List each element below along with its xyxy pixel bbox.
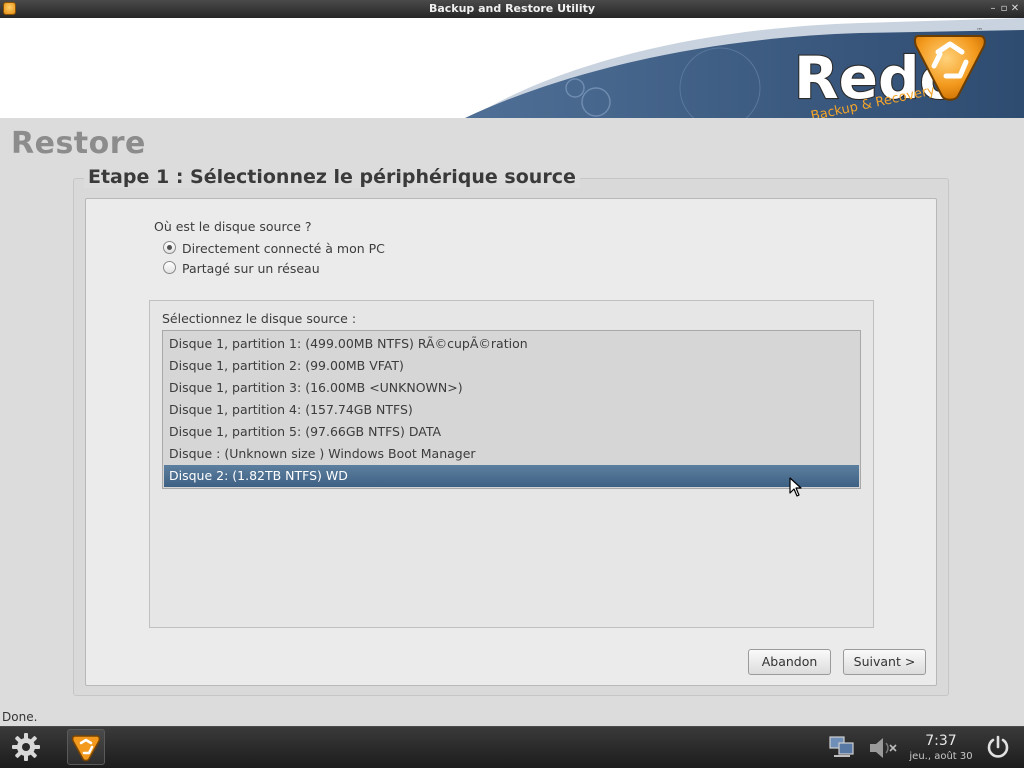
disk-list-item[interactable]: Disque 1, partition 5: (97.66GB NTFS) DA… bbox=[164, 421, 859, 443]
status-text: Done. bbox=[2, 710, 38, 724]
disk-list[interactable]: Disque 1, partition 1: (499.00MB NTFS) R… bbox=[162, 330, 861, 489]
next-button[interactable]: Suivant > bbox=[843, 649, 926, 675]
disk-list-item[interactable]: Disque 1, partition 1: (499.00MB NTFS) R… bbox=[164, 333, 859, 355]
disk-select-label: Sélectionnez le disque source : bbox=[162, 311, 357, 326]
source-question-label: Où est le disque source ? bbox=[154, 219, 312, 234]
disk-list-item-selected[interactable]: Disque 2: (1.82TB NTFS) WD bbox=[164, 465, 859, 487]
disk-list-item[interactable]: Disque 1, partition 4: (157.74GB NTFS) bbox=[164, 399, 859, 421]
clock-date[interactable]: jeu., août 30 bbox=[904, 751, 978, 762]
gear-icon[interactable] bbox=[10, 731, 42, 763]
radio-label[interactable]: Partagé sur un réseau bbox=[182, 261, 320, 276]
radio-label[interactable]: Directement connecté à mon PC bbox=[182, 241, 385, 256]
cancel-button[interactable]: Abandon bbox=[748, 649, 831, 675]
clock-time[interactable]: 7:37 bbox=[910, 733, 972, 749]
radio-button[interactable] bbox=[163, 261, 176, 274]
volume-muted-icon[interactable] bbox=[866, 735, 900, 761]
step-title: Etape 1 : Sélectionnez le périphérique s… bbox=[84, 166, 580, 188]
close-icon[interactable]: ✕ bbox=[1008, 1, 1022, 16]
mouse-cursor-icon bbox=[789, 477, 802, 497]
radio-button-checked[interactable] bbox=[163, 241, 176, 254]
page-title: Restore bbox=[11, 126, 146, 161]
disk-list-item[interactable]: Disque 1, partition 2: (99.00MB VFAT) bbox=[164, 355, 859, 377]
disk-list-item[interactable]: Disque : (Unknown size ) Windows Boot Ma… bbox=[164, 443, 859, 465]
banner-wave-graphic: Redo Backup & Recovery ™ bbox=[465, 18, 1024, 118]
redo-banner: Redo Backup & Recovery ™ bbox=[0, 18, 1024, 118]
window-title: Backup and Restore Utility bbox=[428, 2, 596, 15]
power-icon[interactable] bbox=[985, 734, 1011, 760]
redo-app-icon bbox=[71, 735, 101, 762]
taskbar-app-redo[interactable] bbox=[67, 729, 105, 765]
network-icon[interactable] bbox=[828, 735, 856, 759]
disk-list-item[interactable]: Disque 1, partition 3: (16.00MB <UNKNOWN… bbox=[164, 377, 859, 399]
trademark-mark: ™ bbox=[976, 27, 983, 35]
window-titlebar[interactable]: Backup and Restore Utility – ▫ ✕ bbox=[0, 0, 1024, 18]
